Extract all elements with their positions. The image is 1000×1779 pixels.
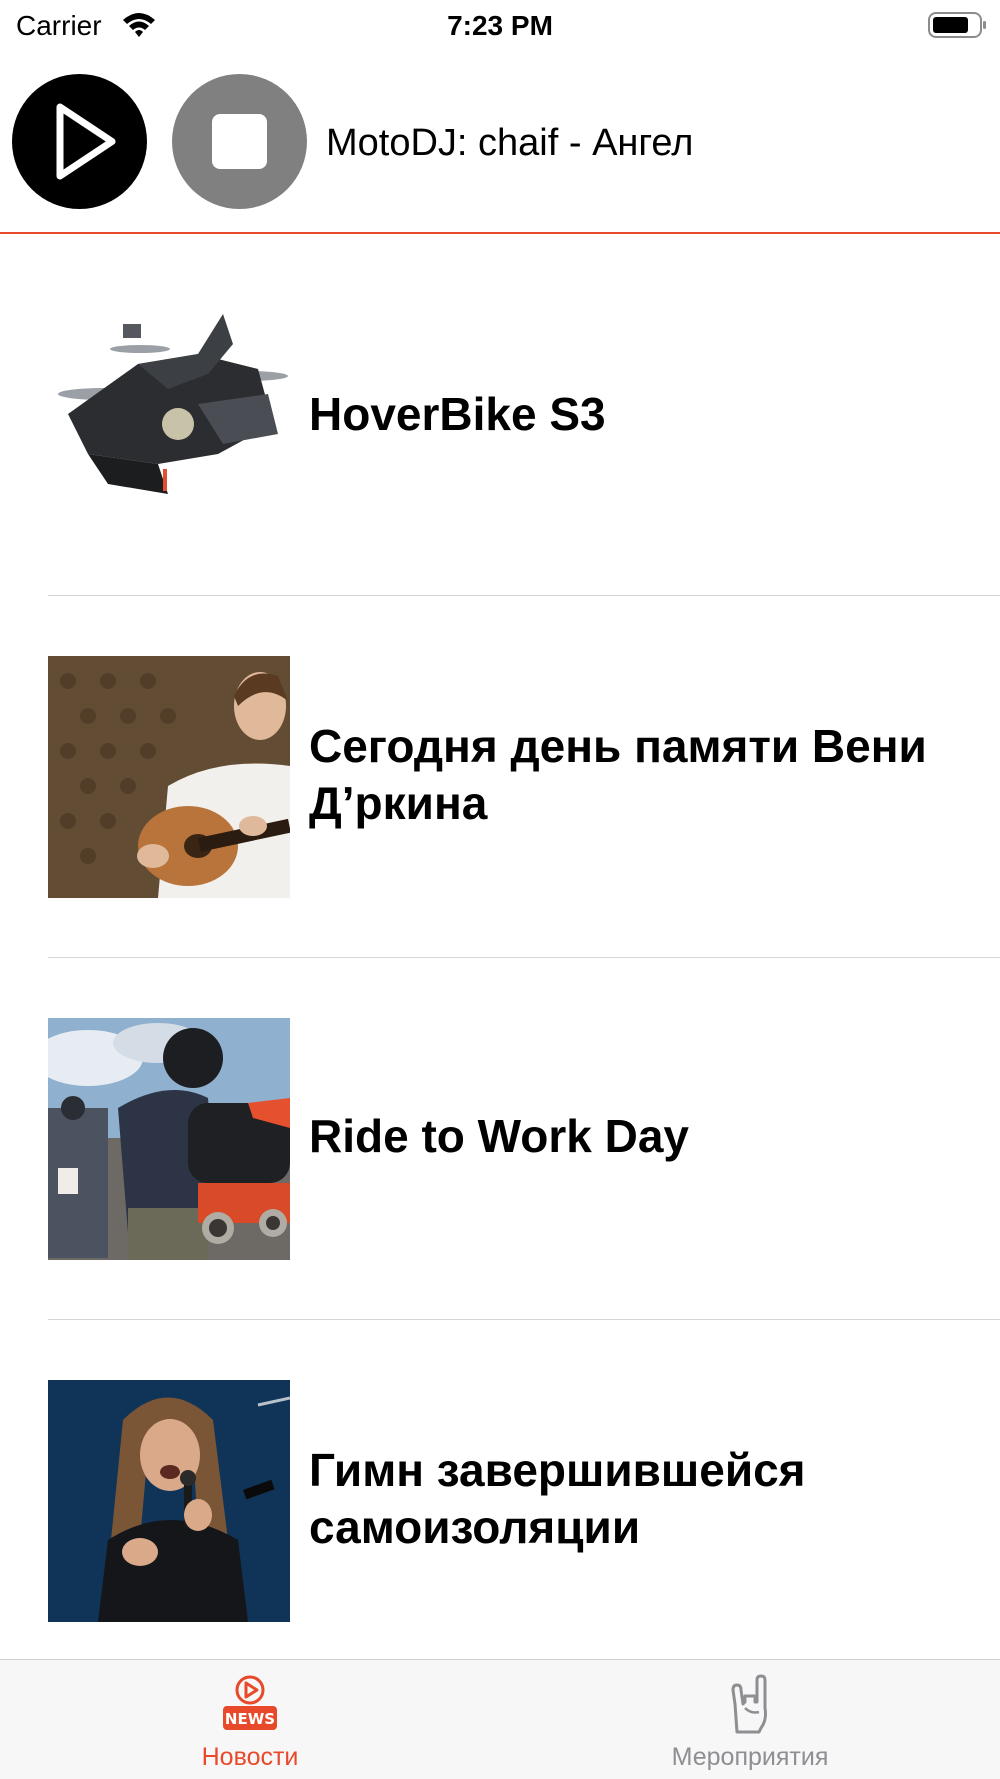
tab-news[interactable]: NEWS Новости [0, 1660, 500, 1779]
stop-button[interactable] [172, 74, 307, 209]
tab-events[interactable]: Мероприятия [500, 1660, 1000, 1779]
news-item[interactable]: Ride to Work Day [0, 958, 1000, 1320]
news-title: Ride to Work Day [309, 1110, 689, 1162]
guitarist-photo [48, 656, 290, 898]
play-button[interactable] [12, 74, 147, 209]
now-playing-title: MotoDJ: chaif - Ангел [326, 122, 694, 164]
player-bar: MotoDJ: chaif - Ангел [0, 52, 1000, 234]
news-title: Гимн завершившейся самоизоляции [309, 1444, 806, 1553]
news-list[interactable]: HoverBike S3 Сегодня день памяти Вени Д’… [0, 234, 1000, 1682]
hoverbike-photo [48, 294, 290, 536]
news-item[interactable]: HoverBike S3 [0, 234, 1000, 596]
tab-bar: NEWS Новости Мероприятия [0, 1659, 1000, 1779]
news-icon: NEWS [215, 1674, 285, 1736]
tab-events-label: Мероприятия [671, 1743, 829, 1771]
stop-icon [212, 114, 267, 169]
battery-icon [928, 11, 988, 39]
clock: 7:23 PM [447, 10, 553, 41]
status-bar: Carrier 7:23 PM [0, 0, 1000, 52]
tab-news-label: Новости [201, 1743, 299, 1771]
motorcyclists-photo [48, 1018, 290, 1260]
news-title: Сегодня день памяти Вени Д’ркина [309, 720, 927, 829]
play-icon [56, 103, 116, 180]
news-title: HoverBike S3 [309, 388, 606, 440]
rock-singer-photo [48, 1380, 290, 1622]
rock-hand-icon [715, 1674, 785, 1736]
news-icon-text: NEWS [225, 1710, 275, 1728]
news-item[interactable]: Гимн завершившейся самоизоляции [0, 1320, 1000, 1682]
news-item[interactable]: Сегодня день памяти Вени Д’ркина [0, 596, 1000, 958]
